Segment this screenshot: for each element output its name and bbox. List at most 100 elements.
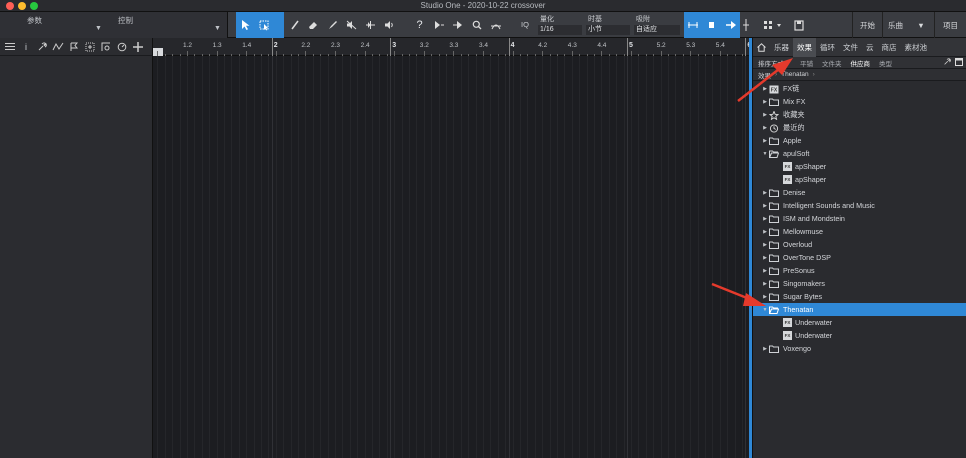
split-tool-icon[interactable] (285, 14, 304, 36)
expand-right-icon[interactable]: ▶ (761, 255, 769, 261)
expand-down-icon[interactable]: ▼ (761, 307, 769, 313)
browser-tab-4[interactable]: 云 (862, 38, 878, 57)
eraser-tool-icon[interactable] (304, 14, 323, 36)
help-icon[interactable]: ? (410, 14, 429, 36)
expand-right-icon[interactable]: ▶ (761, 268, 769, 274)
tree-item[interactable]: ▼ Thenatan (753, 303, 966, 316)
sort-option-2[interactable]: 供应商 (851, 58, 871, 68)
tree-item[interactable]: ▶ Sugar Bytes (753, 290, 966, 303)
grid-bar-line (390, 56, 392, 458)
tree-item[interactable]: ▶ Denise (753, 186, 966, 199)
browser-tab-6[interactable]: 素材池 (901, 38, 932, 57)
home-icon[interactable] (753, 38, 770, 57)
sort-option-1[interactable]: 文件夹 (822, 58, 842, 68)
grid-line (298, 56, 299, 458)
tree-item[interactable]: ▶ Apple (753, 134, 966, 147)
expand-right-icon[interactable]: ▶ (761, 112, 769, 118)
timebase-value[interactable]: 小节 (586, 25, 630, 35)
plugin-item[interactable]: FX Underwater (753, 329, 966, 342)
timebase-section[interactable]: 时基 小节 (586, 12, 632, 38)
browser-tab-2[interactable]: 循环 (816, 38, 839, 57)
track-list-icon[interactable] (3, 40, 17, 54)
ruler-beat-label: 5.3 (686, 42, 696, 49)
quantize-section[interactable]: 量化 1/16 (538, 12, 584, 38)
expand-right-icon[interactable]: ▶ (761, 125, 769, 131)
snap-section[interactable]: 吸附 自适应 (634, 12, 682, 38)
song-dropdown-icon[interactable]: ▼ (908, 12, 934, 38)
wrench-icon[interactable] (35, 40, 49, 54)
expand-right-icon[interactable]: ▶ (761, 138, 769, 144)
breadcrumb-root[interactable]: 效果 (758, 70, 771, 80)
expand-right-icon[interactable]: ▶ (761, 294, 769, 300)
plugin-item[interactable]: FX apShaper (753, 173, 966, 186)
snap-to-grid-icon[interactable] (684, 14, 703, 36)
snap-to-event-icon[interactable] (702, 14, 722, 36)
quantize-value[interactable]: 1/16 (538, 25, 582, 35)
window-icon[interactable] (955, 58, 963, 68)
zoom-icon[interactable] (467, 14, 486, 36)
timeline-ruler[interactable]: 1.2 1.3 1.4 2 2.2 2.3 2.4 3 3.2 3.3 3.4 4 4.2 4.3 4.4 5… (153, 38, 752, 56)
tree-item[interactable]: ▶ Mellowmuse (753, 225, 966, 238)
tree-item[interactable]: ▶ Singomakers (753, 277, 966, 290)
tree-item[interactable]: ▶ 最近的 (753, 121, 966, 134)
params-dropdown-icon[interactable]: ▼ (95, 25, 102, 32)
expand-right-icon[interactable]: ▶ (761, 216, 769, 222)
browser-tab-5[interactable]: 商店 (878, 38, 901, 57)
expand-right-icon[interactable]: ▶ (761, 190, 769, 196)
tree-item[interactable]: ▶ FX FX链 (753, 82, 966, 95)
inspector-info-icon[interactable]: i (19, 40, 33, 54)
metronome-icon[interactable] (486, 14, 505, 36)
expand-right-icon[interactable]: ▶ (761, 346, 769, 352)
arrange-view[interactable]: 1.2 1.3 1.4 2 2.2 2.3 2.4 3 3.2 3.3 3.4 4 4.2 4.3 4.4 5… (153, 38, 752, 458)
breadcrumb-current[interactable]: Thenatan (781, 71, 808, 78)
tree-item[interactable]: ▶ PreSonus (753, 264, 966, 277)
timer-icon[interactable] (115, 40, 129, 54)
expand-right-icon[interactable]: ▶ (761, 203, 769, 209)
split-view-icon[interactable] (740, 14, 752, 36)
follow-edit-icon[interactable] (448, 14, 467, 36)
layout-menu-icon[interactable] (760, 14, 788, 36)
iq-section[interactable]: IQ (520, 12, 538, 38)
expand-down-icon[interactable]: ▼ (761, 151, 769, 157)
browser-tab-0[interactable]: 乐器 (770, 38, 793, 57)
expand-right-icon[interactable]: ▶ (761, 99, 769, 105)
range-tool-icon[interactable] (255, 14, 274, 36)
tree-item[interactable]: ▶ Mix FX (753, 95, 966, 108)
autoscroll-icon[interactable] (429, 14, 448, 36)
control-dropdown-icon[interactable]: ▼ (214, 25, 221, 32)
snap-forward-icon[interactable] (721, 14, 741, 36)
browser-tab-1[interactable]: 效果 (793, 37, 816, 57)
bend-tool-icon[interactable] (361, 14, 380, 36)
start-button[interactable]: 开始 (852, 12, 882, 38)
tree-item[interactable]: ▶ OverTone DSP (753, 251, 966, 264)
tempo-icon[interactable] (99, 40, 113, 54)
tree-item[interactable]: ▼ apulSoft (753, 147, 966, 160)
expand-right-icon[interactable]: ▶ (761, 242, 769, 248)
browser-tab-3[interactable]: 文件 (839, 38, 862, 57)
paint-tool-icon[interactable] (323, 14, 342, 36)
listen-tool-icon[interactable] (380, 14, 399, 36)
mute-tool-icon[interactable] (342, 14, 361, 36)
sort-option-3[interactable]: 类型 (879, 58, 892, 68)
expand-right-icon[interactable]: ▶ (761, 86, 769, 92)
select-tool-icon[interactable] (236, 14, 255, 36)
tree-item[interactable]: ▶ 收藏夹 (753, 108, 966, 121)
tree-item[interactable]: ▶ ISM and Mondstein (753, 212, 966, 225)
project-button[interactable]: 项目 (934, 12, 966, 38)
song-button[interactable]: 乐曲 (882, 12, 908, 38)
automation-icon[interactable] (51, 40, 65, 54)
tree-item[interactable]: ▶ Overloud (753, 238, 966, 251)
tree-item[interactable]: ▶ Intelligent Sounds and Music (753, 199, 966, 212)
expand-right-icon[interactable]: ▶ (761, 229, 769, 235)
plugin-item[interactable]: FX apShaper (753, 160, 966, 173)
sort-option-0[interactable]: 平铺 (800, 58, 813, 68)
add-track-icon[interactable] (83, 40, 97, 54)
snap-value[interactable]: 自适应 (634, 25, 680, 35)
add-icon[interactable] (131, 40, 145, 54)
wrench-icon[interactable] (943, 58, 951, 68)
tree-item[interactable]: ▶ Voxengo (753, 342, 966, 355)
marker-flag-icon[interactable] (67, 40, 81, 54)
plugin-item[interactable]: FX Underwater (753, 316, 966, 329)
save-icon[interactable] (788, 14, 810, 36)
expand-right-icon[interactable]: ▶ (761, 281, 769, 287)
